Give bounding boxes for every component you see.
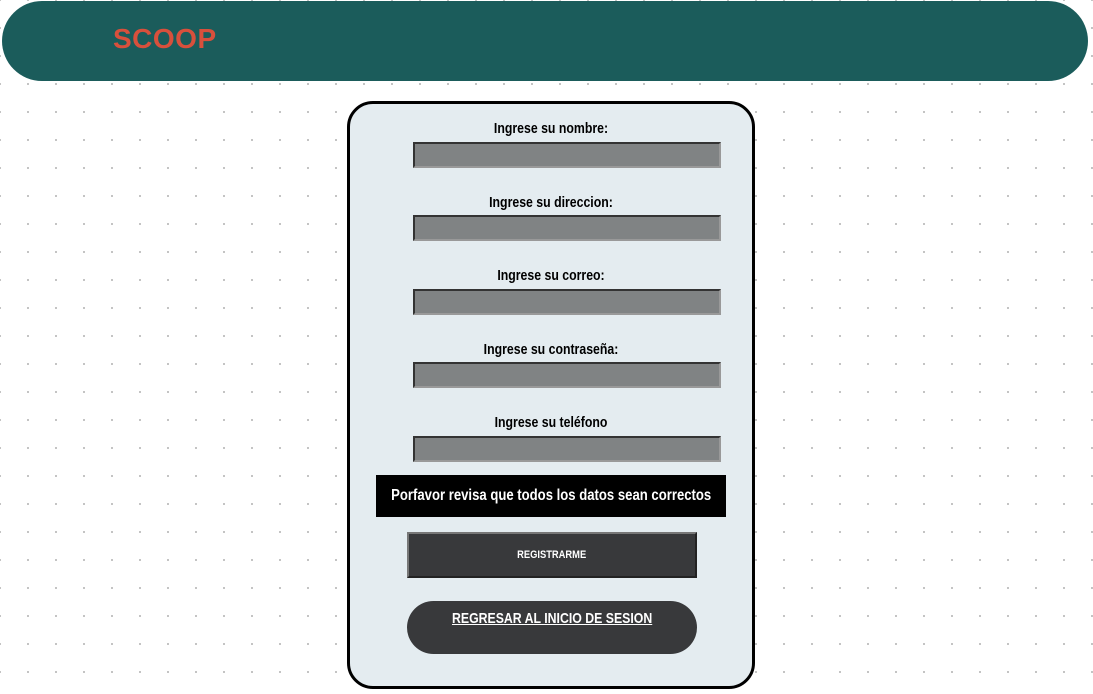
password-input[interactable] xyxy=(413,362,721,388)
back-to-login-label: REGRESAR AL INICIO DE SESION xyxy=(451,610,653,627)
phone-input[interactable] xyxy=(413,436,721,462)
name-input[interactable] xyxy=(413,142,721,168)
password-label: Ingrese su contraseña: xyxy=(483,341,619,358)
address-label: Ingrese su direccion: xyxy=(489,194,613,211)
email-label: Ingrese su correo: xyxy=(497,267,605,284)
validation-notice: Porfavor revisa que todos los datos sean… xyxy=(376,475,726,517)
brand-logo-text[interactable]: SCOOP xyxy=(113,23,217,55)
registration-form-card: Ingrese su nombre: Ingrese su direccion:… xyxy=(347,101,755,689)
validation-notice-text: Porfavor revisa que todos los datos sean… xyxy=(390,487,712,504)
register-button-label: REGISTRARME xyxy=(517,549,587,561)
name-label: Ingrese su nombre: xyxy=(493,120,609,137)
top-navbar: SCOOP xyxy=(2,1,1088,81)
back-to-login-button[interactable]: REGRESAR AL INICIO DE SESION xyxy=(407,601,697,654)
phone-label: Ingrese su teléfono xyxy=(494,414,608,431)
register-button[interactable]: REGISTRARME xyxy=(407,532,697,578)
email-input[interactable] xyxy=(413,289,721,315)
address-input[interactable] xyxy=(413,215,721,241)
